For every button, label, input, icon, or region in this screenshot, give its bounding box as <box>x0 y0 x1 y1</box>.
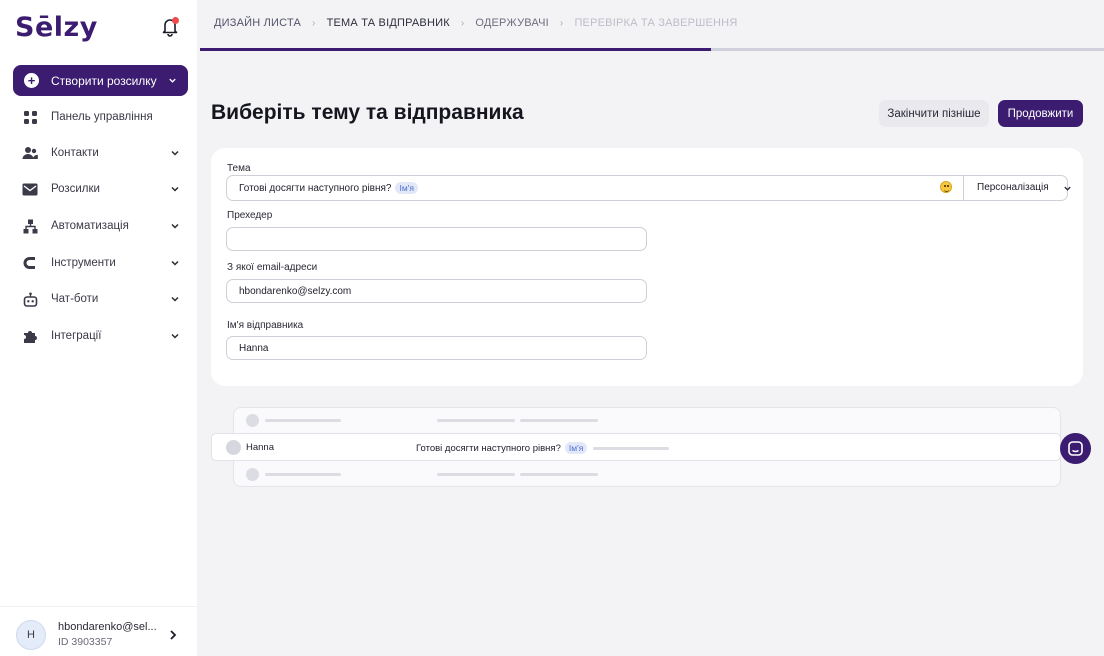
progress-stepper: ДИЗАЙН ЛИСТА › ТЕМА ТА ВІДПРАВНИК › ОДЕР… <box>214 17 737 29</box>
progress-bar-fill <box>200 48 711 51</box>
from-email-label: З якої email-адреси <box>227 262 318 273</box>
name-merge-tag[interactable]: Ім'я <box>395 182 418 194</box>
step-review-finish: ПЕРЕВІРКА ТА ЗАВЕРШЕННЯ <box>574 17 738 29</box>
create-campaign-label: Створити розсилку <box>51 73 157 88</box>
create-campaign-button[interactable]: + Створити розсилку <box>13 65 188 96</box>
continue-button[interactable]: Продовжити <box>998 100 1083 127</box>
subject-sender-form: Тема Готові досягти наступного рівня? Ім… <box>211 148 1083 386</box>
placeholder-line <box>520 419 598 422</box>
step-design[interactable]: ДИЗАЙН ЛИСТА <box>214 17 301 29</box>
from-email-input[interactable]: hbondarenko@selzy.com <box>226 279 647 303</box>
placeholder-line <box>265 473 341 476</box>
chat-icon <box>1068 441 1083 456</box>
step-recipients[interactable]: ОДЕРЖУВАЧІ <box>475 17 549 29</box>
chevron-down-icon <box>171 150 179 156</box>
sidebar-item-label: Інструменти <box>51 257 116 269</box>
puzzle-icon <box>22 328 38 344</box>
placeholder-line <box>593 446 670 450</box>
sidebar-item-label: Панель управління <box>51 111 153 123</box>
automation-icon <box>22 218 38 234</box>
sidebar-item-dashboard[interactable]: Панель управління <box>22 107 180 127</box>
sender-name-label: Ім'я відправника <box>227 320 304 331</box>
chevron-down-icon <box>171 333 179 339</box>
sidebar-item-campaigns[interactable]: Розсилки <box>22 179 180 199</box>
sidebar-item-chatbots[interactable]: Чат-боти <box>22 289 180 309</box>
tools-icon <box>22 255 38 271</box>
dashboard-icon <box>22 109 38 125</box>
chevron-down-icon <box>169 78 176 83</box>
chevron-down-icon <box>171 260 179 266</box>
step-subject-sender[interactable]: ТЕМА ТА ВІДПРАВНИК <box>327 17 450 29</box>
selzy-logo[interactable]: Sēlzy <box>15 12 98 43</box>
divider <box>963 176 964 200</box>
finish-later-button[interactable]: Закінчити пізніше <box>879 100 989 127</box>
placeholder-line <box>437 419 515 422</box>
sidebar-item-automation[interactable]: Автоматизація <box>22 216 180 236</box>
preview-subject-text: Готові досягти наступного рівня? <box>416 442 561 454</box>
plus-icon: + <box>24 73 39 88</box>
emoji-icon[interactable] <box>940 181 952 193</box>
user-account[interactable]: H hbondarenko@sel... ID 3903357 <box>0 606 197 656</box>
placeholder-line <box>265 419 341 422</box>
sidebar-item-tools[interactable]: Інструменти <box>22 253 180 273</box>
chevron-right-icon: › <box>460 17 465 29</box>
name-merge-tag: Ім'я <box>564 442 588 454</box>
chevron-right-icon: › <box>312 17 316 29</box>
mail-icon <box>22 181 38 197</box>
sidebar-item-label: Автоматизація <box>51 220 129 232</box>
subject-input[interactable]: Готові досягти наступного рівня? Ім'я Пе… <box>226 175 1071 201</box>
user-id: ID 3903357 <box>58 636 113 648</box>
placeholder-avatar <box>246 468 259 481</box>
preheader-input[interactable] <box>226 227 647 251</box>
bot-icon <box>22 291 38 307</box>
sidebar: Sēlzy + Створити розсилку Панель управлі… <box>0 0 197 656</box>
subject-label: Тема <box>227 163 251 174</box>
sidebar-item-label: Інтеграції <box>51 330 102 342</box>
support-chat-button[interactable] <box>1060 433 1091 464</box>
sender-name-input[interactable]: Hanna <box>226 336 647 360</box>
placeholder-avatar <box>246 414 259 427</box>
preview-subject: Готові досягти наступного рівня? Ім'я <box>416 442 670 454</box>
avatar: H <box>16 620 46 650</box>
user-email: hbondarenko@sel... <box>58 621 157 633</box>
preview-email-row: Hanna Готові досягти наступного рівня? І… <box>211 433 1061 461</box>
sender-avatar <box>226 440 241 455</box>
chevron-down-icon <box>171 223 179 229</box>
subject-value: Готові досягти наступного рівня? <box>239 182 392 194</box>
chevron-right-icon <box>170 630 177 640</box>
contacts-icon <box>22 145 38 161</box>
page-title: Виберіть тему та відправника <box>211 101 524 124</box>
chevron-down-icon <box>171 186 179 192</box>
preheader-label: Прехедер <box>227 210 273 221</box>
notification-dot <box>172 17 179 24</box>
chevron-down-icon <box>1064 186 1071 191</box>
placeholder-line <box>520 473 598 476</box>
preview-sender: Hanna <box>246 442 274 453</box>
sidebar-item-label: Чат-боти <box>51 293 99 305</box>
sidebar-item-label: Розсилки <box>51 183 100 195</box>
sidebar-item-label: Контакти <box>51 147 99 159</box>
sidebar-item-integrations[interactable]: Інтеграції <box>22 326 180 346</box>
placeholder-line <box>437 473 515 476</box>
personalization-dropdown[interactable]: Персоналізація <box>977 182 1049 193</box>
chevron-down-icon <box>171 296 179 302</box>
chevron-right-icon: › <box>559 17 564 29</box>
sidebar-item-contacts[interactable]: Контакти <box>22 143 180 163</box>
progress-bar <box>200 48 1104 51</box>
